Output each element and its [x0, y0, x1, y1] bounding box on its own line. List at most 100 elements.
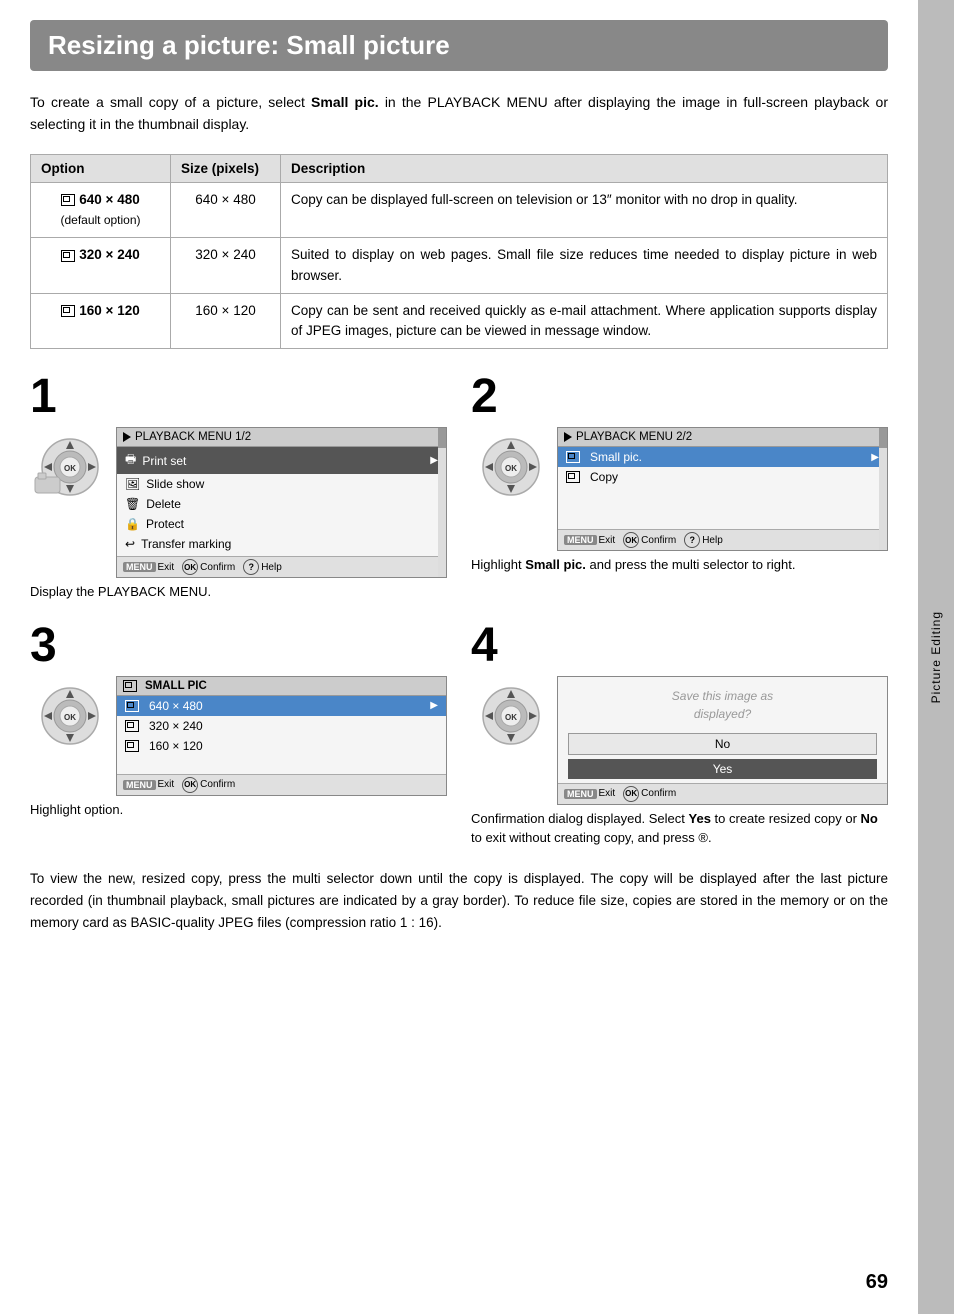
- step-3-menu-item-640: 640 × 480 ▶: [117, 696, 446, 716]
- svg-text:OK: OK: [505, 464, 517, 473]
- step-4-confirm: OK Confirm: [623, 786, 676, 802]
- step-4-no-button: No: [568, 733, 877, 755]
- options-table: Option Size (pixels) Description 640 × 4…: [30, 154, 888, 350]
- arrow-icon-3: ▶: [430, 700, 438, 711]
- step-3-menu-item-160-label: 160 × 120: [149, 739, 203, 753]
- menu-btn-icon: MENU: [123, 562, 156, 572]
- smallpic-icon-3: [123, 680, 137, 692]
- step-1-menu-item-slide-label: Slide show: [146, 477, 204, 491]
- desc-640: Copy can be displayed full-screen on tel…: [281, 182, 888, 238]
- footer-paragraph: To view the new, resized copy, press the…: [30, 868, 888, 935]
- option-640: 640 × 480 (default option): [31, 182, 171, 238]
- step-3: 3 OK: [30, 622, 447, 848]
- desc-320: Suited to display on web pages. Small fi…: [281, 238, 888, 294]
- step-3-confirm: OK Confirm: [182, 777, 235, 793]
- step-3-number: 3: [30, 622, 66, 670]
- table-row: 640 × 480 (default option) 640 × 480 Cop…: [31, 182, 888, 238]
- step-3-menu-item-160: 160 × 120: [117, 736, 446, 756]
- page-title: Resizing a picture: Small picture: [48, 30, 870, 61]
- menu-btn-icon-4: MENU: [564, 789, 597, 799]
- step-1-camera-icon: OK: [30, 427, 110, 507]
- step-1-caption: Display the PLAYBACK MENU.: [30, 582, 447, 602]
- col-header-option: Option: [31, 154, 171, 182]
- table-row: 160 × 120 160 × 120 Copy can be sent and…: [31, 293, 888, 349]
- copy-icon: [566, 471, 580, 483]
- side-tab: Picture Editing: [918, 0, 954, 1314]
- step-3-header: 3: [30, 622, 447, 670]
- menu-btn-icon-3: MENU: [123, 780, 156, 790]
- size-320: 320 × 240: [171, 238, 281, 294]
- option-icon-640: [61, 194, 75, 206]
- size-160: 160 × 120: [171, 293, 281, 349]
- step-1-number: 1: [30, 373, 66, 421]
- step-1-menu-bottom: MENU Exit OK Confirm ? Help: [117, 556, 446, 577]
- step-1-scrollbar-thumb: [438, 428, 446, 448]
- svg-text:OK: OK: [505, 713, 517, 722]
- step-3-camera-icon: OK: [30, 676, 110, 756]
- option-icon-160: [61, 305, 75, 317]
- step-4-number: 4: [471, 622, 507, 670]
- step-4-caption: Confirmation dialog displayed. Select Ye…: [471, 809, 888, 848]
- step-2-scrollbar: [879, 428, 887, 550]
- intro-paragraph: To create a small copy of a picture, sel…: [30, 91, 888, 136]
- menu-btn-icon-2: MENU: [564, 535, 597, 545]
- option-160: 160 × 120: [31, 293, 171, 349]
- step-1-menu-item-protect-label: Protect: [146, 517, 184, 531]
- step-1-menu-item-protect: 🔒 Protect: [117, 514, 446, 534]
- step-3-exit: MENU Exit: [123, 777, 174, 793]
- step-2-number: 2: [471, 373, 507, 421]
- step-2-menu-spacer: [558, 487, 887, 527]
- step-2-help: ? Help: [684, 532, 723, 548]
- step-1-menu-item-slide: 🖼 Slide show: [117, 474, 446, 494]
- step-1-menu-title: PLAYBACK MENU 1/2: [117, 428, 446, 447]
- step-4-exit: MENU Exit: [564, 786, 615, 802]
- step-1: 1 OK: [30, 373, 447, 602]
- step-1-header: 1: [30, 373, 447, 421]
- side-tab-label: Picture Editing: [929, 611, 943, 703]
- play-icon-2: [564, 432, 572, 442]
- step-4: 4 OK Save this image asdisplayed?: [471, 622, 888, 848]
- step-3-caption: Highlight option.: [30, 800, 447, 820]
- size-640: 640 × 480: [171, 182, 281, 238]
- step-3-menu-item-320-label: 320 × 240: [149, 719, 203, 733]
- ok-icon-2: OK: [623, 532, 639, 548]
- step-2-menu-item-smallpic-label: Small pic.: [590, 450, 642, 464]
- step-4-header: 4: [471, 622, 888, 670]
- option-icon-320: [61, 250, 75, 262]
- step-1-help: ? Help: [243, 559, 282, 575]
- delete-icon: 🗑: [125, 497, 140, 511]
- step-1-scrollbar: [438, 428, 446, 577]
- size-icon-640: [125, 700, 139, 712]
- size-icon-320: [125, 720, 139, 732]
- help-icon: ?: [243, 559, 259, 575]
- step-3-menu-bottom: MENU Exit OK Confirm: [117, 774, 446, 795]
- step-1-menu-item-delete: 🗑 Delete: [117, 494, 446, 514]
- ok-icon: OK: [182, 559, 198, 575]
- step-3-menu-title: SMALL PIC: [117, 677, 446, 696]
- step-2-header: 2: [471, 373, 888, 421]
- step-2-menu-title: PLAYBACK MENU 2/2: [558, 428, 887, 447]
- option-320: 320 × 240: [31, 238, 171, 294]
- step-4-dialog: Save this image asdisplayed? No Yes MENU…: [557, 676, 888, 805]
- size-icon-160: [125, 740, 139, 752]
- step-2: 2 OK: [471, 373, 888, 602]
- step-3-menu-title-text: SMALL PIC: [145, 680, 207, 692]
- step-4-menu-bottom: MENU Exit OK Confirm: [558, 783, 887, 804]
- protect-icon: 🔒: [125, 517, 140, 531]
- step-4-yes-button: Yes: [568, 759, 877, 779]
- print-icon: 🖶: [125, 450, 136, 471]
- step-2-menu-item-smallpic: Small pic. ▶: [558, 447, 887, 467]
- slide-icon: 🖼: [125, 477, 140, 491]
- col-header-size: Size (pixels): [171, 154, 281, 182]
- step-2-camera-icon: OK: [471, 427, 551, 507]
- step-1-confirm: OK Confirm: [182, 559, 235, 575]
- arrow-icon-2: ▶: [871, 452, 879, 463]
- help-icon-2: ?: [684, 532, 700, 548]
- col-header-description: Description: [281, 154, 888, 182]
- step-1-menu: PLAYBACK MENU 1/2 🖶 Print set ▶ 🖼 Slide …: [116, 427, 447, 578]
- transfer-icon: ↩: [125, 537, 135, 551]
- step-1-menu-item-print-label: Print set: [142, 454, 186, 468]
- svg-text:OK: OK: [64, 713, 76, 722]
- desc-160: Copy can be sent and received quickly as…: [281, 293, 888, 349]
- ok-icon-4: OK: [623, 786, 639, 802]
